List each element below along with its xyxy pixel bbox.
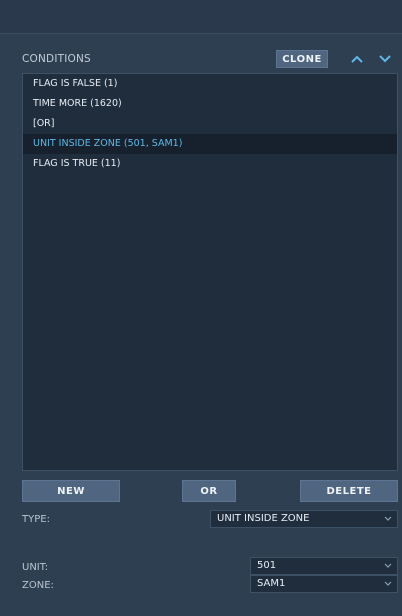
type-select-value: UNIT INSIDE ZONE: [217, 513, 310, 524]
or-button[interactable]: OR: [182, 480, 236, 502]
list-item[interactable]: TIME MORE (1620): [23, 94, 397, 114]
unit-select-value: 501: [257, 560, 277, 571]
chevron-down-icon: [383, 513, 393, 525]
clone-button[interactable]: CLONE: [276, 50, 328, 68]
zone-label: ZONE:: [22, 580, 54, 591]
unit-label: UNIT:: [22, 562, 49, 573]
chevron-down-icon: [383, 578, 393, 590]
list-item-selected[interactable]: UNIT INSIDE ZONE (501, SAM1): [23, 134, 397, 154]
unit-select[interactable]: 501: [250, 557, 398, 575]
type-select[interactable]: UNIT INSIDE ZONE: [210, 510, 398, 528]
new-button[interactable]: NEW: [22, 480, 120, 502]
delete-button[interactable]: DELETE: [300, 480, 398, 502]
panel-titlebar: [0, 0, 402, 34]
list-item[interactable]: [OR]: [23, 114, 397, 134]
conditions-header: CONDITIONS CLONE: [22, 50, 400, 70]
zone-select-value: SAM1: [257, 578, 286, 589]
conditions-list[interactable]: FLAG IS FALSE (1) TIME MORE (1620) [OR] …: [22, 73, 398, 471]
list-item[interactable]: FLAG IS FALSE (1): [23, 74, 397, 94]
chevron-up-icon: [351, 55, 363, 63]
zone-select[interactable]: SAM1: [250, 575, 398, 593]
move-down-button[interactable]: [376, 50, 394, 68]
move-up-button[interactable]: [348, 50, 366, 68]
list-item[interactable]: FLAG IS TRUE (11): [23, 154, 397, 174]
chevron-down-icon: [379, 55, 391, 63]
type-label: TYPE:: [22, 514, 50, 525]
conditions-title: CONDITIONS: [22, 53, 91, 65]
chevron-down-icon: [383, 560, 393, 572]
trigger-conditions-panel: CONDITIONS CLONE FLAG IS FALSE (1) TIME …: [0, 0, 402, 616]
